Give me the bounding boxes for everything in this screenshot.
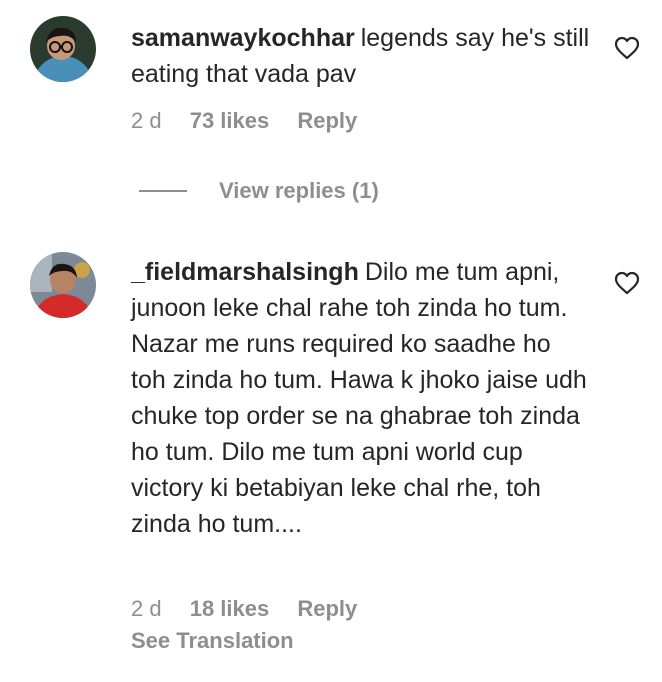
reply-button[interactable]: Reply (297, 108, 357, 133)
like-heart-icon[interactable] (614, 271, 640, 295)
reply-button[interactable]: Reply (297, 596, 357, 621)
comment-body: _fieldmarshalsingh Dilo me tum apni, juno… (131, 254, 591, 542)
comment-likes-count[interactable]: 73 likes (190, 108, 270, 133)
like-heart-icon[interactable] (614, 36, 640, 60)
comment-username[interactable]: samanwaykochhar (131, 24, 355, 52)
comment-text: Dilo me tum apni, junoon leke chal rahe … (131, 258, 587, 538)
comment-meta: 2 d 18 likes Reply (131, 596, 379, 622)
view-replies-button[interactable]: View replies (1) (139, 176, 379, 206)
avatar[interactable] (30, 16, 96, 82)
comment-timestamp: 2 d (131, 596, 162, 621)
see-translation-button[interactable]: See Translation (131, 628, 294, 654)
user-avatar-red-shirt-icon (30, 252, 96, 318)
user-avatar-glasses-icon (30, 16, 96, 82)
comment-username[interactable]: _fieldmarshalsingh (131, 258, 359, 286)
comment-likes-count[interactable]: 18 likes (190, 596, 270, 621)
comment-meta: 2 d 73 likes Reply (131, 108, 379, 134)
comment-body: samanwaykochhar legends say he's still ea… (131, 20, 591, 92)
view-replies-label: View replies (1) (219, 178, 379, 203)
comment-timestamp: 2 d (131, 108, 162, 133)
avatar[interactable] (30, 252, 96, 318)
divider-line (139, 190, 187, 192)
